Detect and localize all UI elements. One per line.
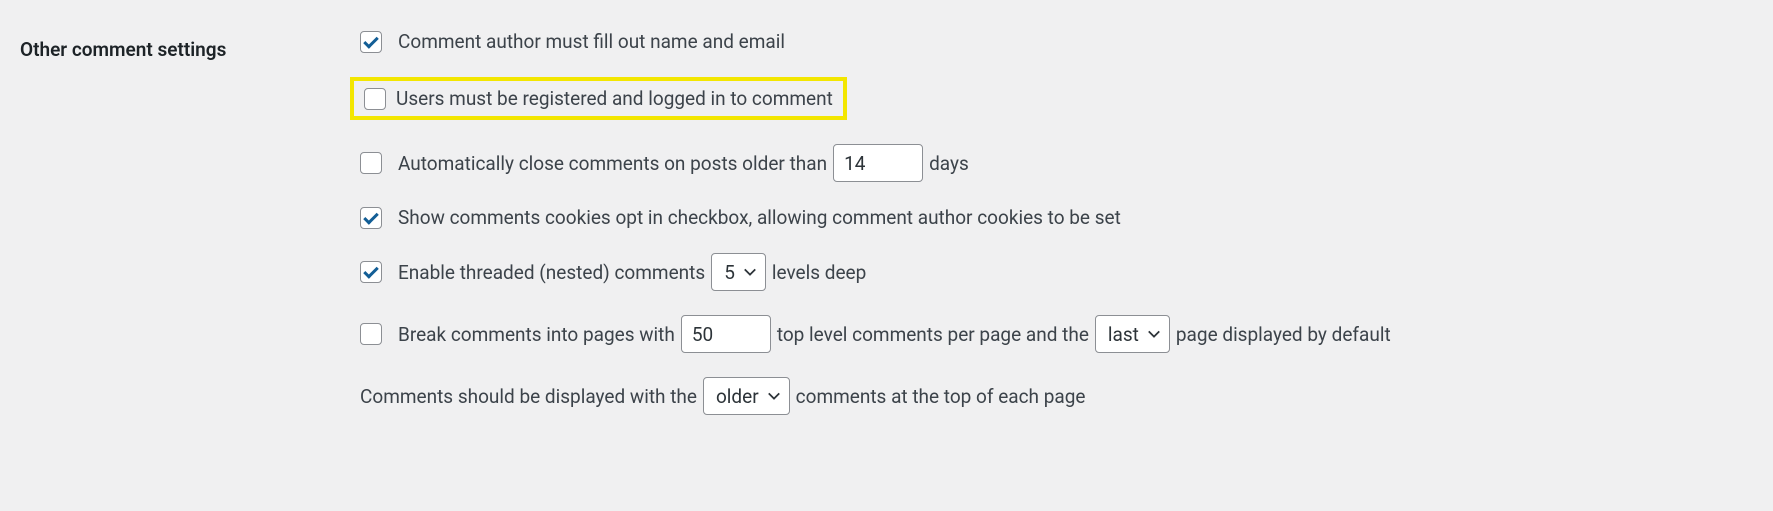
label-paginate-before: Break comments into pages with xyxy=(398,323,675,346)
checkbox-auto-close[interactable] xyxy=(360,152,382,174)
label-cookies-optin: Show comments cookies opt in checkbox, a… xyxy=(398,206,1121,229)
setting-order: Comments should be displayed with the ol… xyxy=(360,377,1753,415)
chevron-down-icon xyxy=(743,265,757,279)
checkbox-must-register[interactable] xyxy=(364,88,386,110)
select-order-value: older xyxy=(716,385,759,408)
chevron-down-icon xyxy=(767,389,781,403)
label-paginate-after: page displayed by default xyxy=(1176,323,1391,346)
checkbox-cookies-optin[interactable] xyxy=(360,207,382,229)
setting-paginate: Break comments into pages with top level… xyxy=(360,315,1753,353)
setting-cookies-optin: Show comments cookies opt in checkbox, a… xyxy=(360,206,1753,229)
checkbox-paginate[interactable] xyxy=(360,323,382,345)
select-default-page[interactable]: last xyxy=(1095,315,1170,353)
label-auto-close-after: days xyxy=(929,152,969,175)
label-order-after: comments at the top of each page xyxy=(796,385,1086,408)
section-title: Other comment settings xyxy=(20,30,360,61)
input-auto-close-days[interactable] xyxy=(833,144,923,182)
label-auto-close-before: Automatically close comments on posts ol… xyxy=(398,152,827,175)
checkbox-fill-name-email[interactable] xyxy=(360,31,382,53)
checkbox-threaded[interactable] xyxy=(360,261,382,283)
label-fill-name-email: Comment author must fill out name and em… xyxy=(398,30,785,53)
setting-auto-close: Automatically close comments on posts ol… xyxy=(360,144,1753,182)
setting-threaded: Enable threaded (nested) comments 5 leve… xyxy=(360,253,1753,291)
label-must-register: Users must be registered and logged in t… xyxy=(396,87,833,110)
chevron-down-icon xyxy=(1147,327,1161,341)
select-threaded-levels[interactable]: 5 xyxy=(711,253,766,291)
label-threaded-after: levels deep xyxy=(772,261,866,284)
setting-must-register: Users must be registered and logged in t… xyxy=(360,77,1753,120)
settings-list: Comment author must fill out name and em… xyxy=(360,30,1753,415)
select-default-page-value: last xyxy=(1108,323,1139,346)
input-per-page[interactable] xyxy=(681,315,771,353)
highlight-box: Users must be registered and logged in t… xyxy=(350,77,847,120)
other-comment-settings-section: Other comment settings Comment author mu… xyxy=(20,30,1753,415)
label-paginate-mid: top level comments per page and the xyxy=(777,323,1089,346)
label-threaded-before: Enable threaded (nested) comments xyxy=(398,261,705,284)
select-order[interactable]: older xyxy=(703,377,790,415)
setting-fill-name-email: Comment author must fill out name and em… xyxy=(360,30,1753,53)
select-threaded-value: 5 xyxy=(724,261,735,284)
label-order-before: Comments should be displayed with the xyxy=(360,385,697,408)
